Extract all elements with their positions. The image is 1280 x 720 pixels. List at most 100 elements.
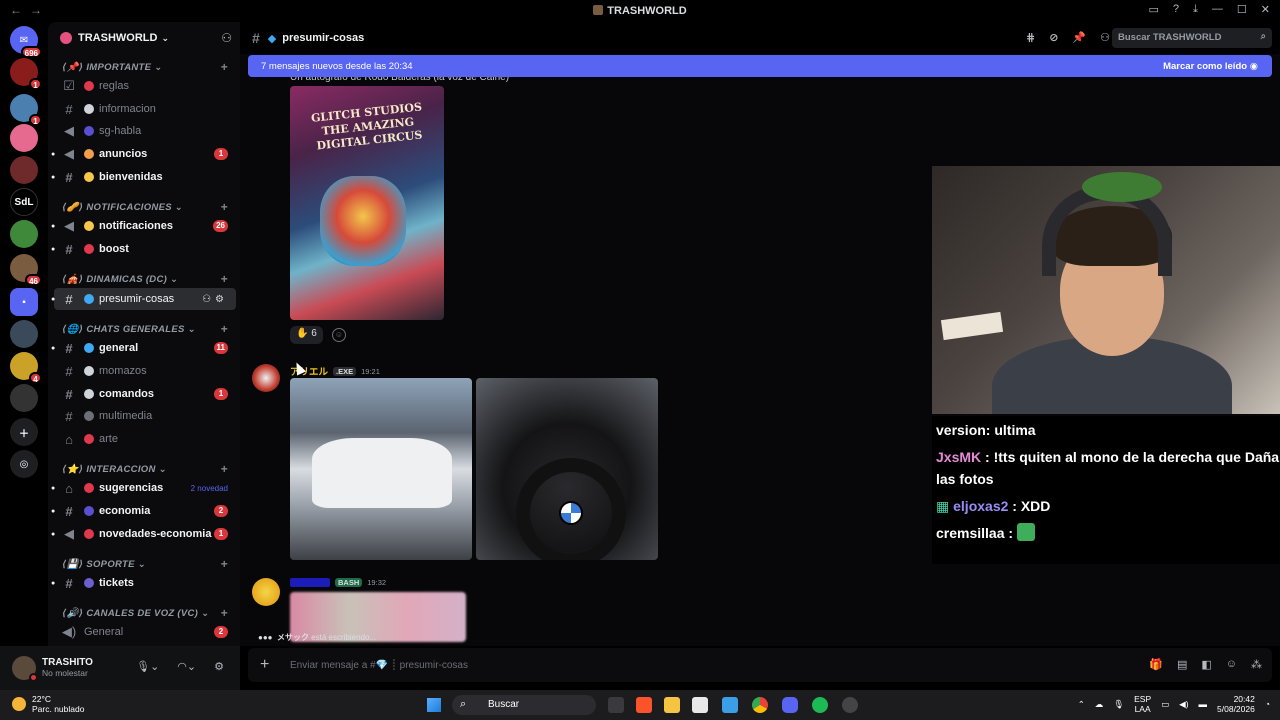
channel-sg-habla[interactable]: ◀ sg-habla — [54, 120, 236, 142]
server-icon[interactable]: 46 — [10, 254, 42, 286]
channel-multimedia[interactable]: # multimedia — [54, 405, 236, 427]
category-voz[interactable]: ⟨🔊⟩ CANALES DE VOZ (VC) ⌄ + — [48, 604, 240, 622]
obs-icon[interactable] — [842, 697, 858, 713]
add-channel-icon[interactable]: + — [221, 606, 228, 620]
server-icon[interactable] — [10, 220, 38, 248]
new-messages-bar[interactable]: 7 mensajes nuevos desde las 20:34 Marcar… — [248, 55, 1272, 77]
add-channel-icon[interactable]: + — [221, 60, 228, 74]
channel-notificaciones[interactable]: ● ◀ notificaciones 26 — [51, 215, 236, 237]
chevron-up-icon[interactable]: ⌃ — [1078, 699, 1085, 710]
notifications-icon[interactable]: ◔ — [1265, 699, 1270, 709]
discord-icon[interactable] — [782, 697, 798, 713]
add-reaction-icon[interactable]: ☺ — [332, 328, 346, 342]
language-indicator[interactable]: ESP LAA — [1134, 694, 1151, 714]
pin-icon[interactable]: 📌 — [1072, 31, 1086, 44]
taskbar-search[interactable]: ⌕ Buscar — [452, 695, 596, 715]
inbox-icon[interactable]: ▭ — [1149, 3, 1159, 16]
apps-icon[interactable]: ⁂ — [1251, 658, 1262, 671]
server-header[interactable]: TRASHWORLD ⌄ ⚇ — [48, 22, 240, 54]
help-icon[interactable]: ? — [1173, 3, 1179, 16]
channel-settings-icon[interactable]: ⚇⚙ — [202, 294, 228, 305]
mute-icon[interactable]: ⊘ — [1049, 31, 1058, 44]
server-icon[interactable] — [10, 320, 38, 348]
add-channel-icon[interactable]: + — [221, 557, 228, 571]
channel-momazos[interactable]: # momazos — [54, 360, 236, 382]
category-importante[interactable]: ⟨📌⟩ IMPORTANTE ⌄ + — [48, 58, 240, 76]
attachment-image[interactable]: GLITCH STUDIOS THE AMAZING DIGITAL CIRCU… — [290, 86, 444, 320]
chrome-icon[interactable] — [752, 697, 768, 713]
members-icon[interactable]: ⚇ — [1100, 31, 1110, 44]
start-button[interactable] — [427, 698, 441, 712]
voice-channel-general[interactable]: ◀) General 2 — [54, 621, 236, 643]
brave-icon[interactable] — [636, 697, 652, 713]
add-attachment-icon[interactable]: + — [260, 656, 280, 674]
attachment-image[interactable] — [290, 378, 472, 560]
server-icon[interactable] — [10, 384, 38, 412]
channel-anuncios[interactable]: ● ◀ anuncios 1 — [51, 143, 236, 165]
server-icon[interactable] — [10, 124, 38, 152]
explore-icon[interactable]: ◎ — [10, 450, 38, 478]
server-icon[interactable]: 1 — [10, 94, 42, 126]
channel-bienvenidas[interactable]: ● # bienvenidas — [51, 166, 236, 188]
channel-arte[interactable]: ⌂ arte — [54, 428, 236, 450]
mark-as-read-button[interactable]: Marcar como leído ◉ — [1163, 61, 1258, 72]
attachment-image[interactable] — [476, 378, 658, 560]
server-icon[interactable]: 1 — [10, 58, 42, 90]
add-channel-icon[interactable]: + — [221, 462, 228, 476]
search-input[interactable]: Buscar TRASHWORLD ⌕ — [1112, 28, 1272, 48]
cloud-icon[interactable]: ☁ — [1095, 699, 1104, 710]
gif-icon[interactable]: ▤ — [1177, 658, 1187, 671]
category-soporte[interactable]: ⟨💾⟩ SOPORTE ⌄ + — [48, 555, 240, 573]
maximize-icon[interactable]: ☐ — [1237, 3, 1247, 16]
add-channel-icon[interactable]: + — [221, 200, 228, 214]
weather-widget[interactable]: 22°C Parc. nublado — [12, 694, 84, 714]
category-chats-generales[interactable]: ⟨🌐⟩ CHATS GENERALES ⌄ + — [48, 320, 240, 338]
sticker-icon[interactable]: ◧ — [1201, 658, 1211, 671]
battery-icon[interactable]: ▬ — [1199, 699, 1208, 709]
close-icon[interactable]: ✕ — [1261, 3, 1270, 16]
threads-icon[interactable]: ⋕ — [1026, 31, 1035, 44]
folder-icon[interactable]: ▪ — [10, 288, 38, 316]
reaction[interactable]: ✋ 6 — [290, 326, 323, 344]
emoji-icon[interactable]: ☺ — [1226, 658, 1237, 671]
minimize-icon[interactable]: — — [1212, 3, 1223, 16]
app-icon[interactable] — [692, 697, 708, 713]
avatar[interactable] — [252, 364, 280, 392]
mic-icon[interactable]: 🎙 — [1113, 699, 1124, 710]
channel-reglas[interactable]: ☑ reglas — [54, 75, 236, 97]
add-channel-icon[interactable]: + — [221, 322, 228, 336]
author-name[interactable] — [290, 578, 330, 587]
channel-economia[interactable]: ● # economia 2 — [51, 500, 236, 522]
category-notificaciones[interactable]: ⟨🥜⟩ NOTIFICACIONES ⌄ + — [48, 198, 240, 216]
notepad-icon[interactable] — [722, 697, 738, 713]
volume-icon[interactable]: ◀) — [1179, 699, 1188, 710]
invite-icon[interactable]: ⚇ — [221, 31, 232, 45]
channel-tickets[interactable]: ● # tickets — [51, 572, 236, 594]
avatar[interactable] — [252, 578, 280, 606]
direct-messages-icon[interactable]: ✉ 696 — [10, 26, 42, 58]
task-view-icon[interactable] — [608, 697, 624, 713]
headphones-icon[interactable]: ◠⌄ — [177, 660, 196, 673]
microphone-icon[interactable]: 🎙⌄ — [136, 660, 159, 673]
category-dinamicas[interactable]: ⟨🎪⟩ DINAMICAS (DC) ⌄ + — [48, 270, 240, 288]
channel-novedades-economia[interactable]: ● ◀ novedades-economia 1 — [51, 523, 236, 545]
message-input[interactable]: Enviar mensaje a #💎 ┊ presumir-cosas — [290, 660, 468, 671]
channel-presumir-cosas[interactable]: ● # presumir-cosas ⚇⚙ — [51, 288, 236, 310]
gift-icon[interactable]: 🎁 — [1149, 658, 1163, 671]
server-icon[interactable] — [10, 156, 38, 184]
add-server-icon[interactable]: ＋ — [10, 418, 38, 446]
category-interaccion[interactable]: ⟨⭐⟩ INTERACCION ⌄ + — [48, 460, 240, 478]
file-explorer-icon[interactable] — [664, 697, 680, 713]
channel-comandos[interactable]: # comandos 1 — [54, 383, 236, 405]
clock[interactable]: 20:42 5/08/2026 — [1217, 694, 1255, 714]
avatar[interactable] — [12, 656, 38, 682]
server-icon[interactable]: 4 — [10, 352, 42, 384]
download-icon[interactable]: ⤓ — [1193, 3, 1198, 16]
server-text-icon[interactable]: SdL — [10, 188, 38, 216]
channel-informacion[interactable]: # informacion — [54, 98, 236, 120]
spotify-icon[interactable] — [812, 697, 828, 713]
channel-general[interactable]: ● # general 11 — [51, 337, 236, 359]
channel-boost[interactable]: ● # boost — [51, 238, 236, 260]
add-channel-icon[interactable]: + — [221, 272, 228, 286]
gear-icon[interactable]: ⚙ — [214, 660, 224, 673]
